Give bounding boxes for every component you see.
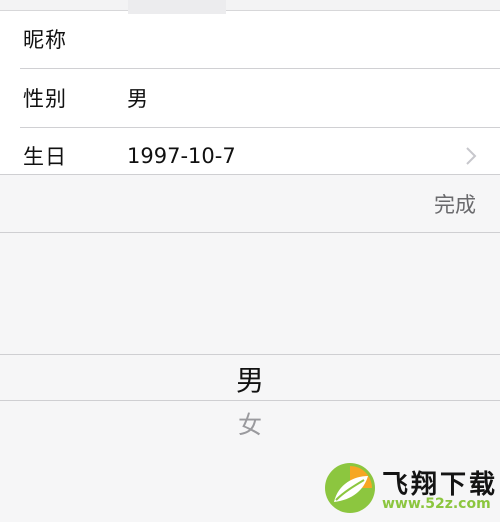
- row-nickname[interactable]: 昵称: [0, 10, 500, 68]
- gender-label: 性别: [23, 87, 67, 111]
- leaf-logo-icon: [325, 463, 375, 513]
- picker-option[interactable]: 女: [0, 405, 500, 440]
- done-button[interactable]: 完成: [434, 189, 476, 219]
- profile-form: 昵称 性别 男 生日 1997-10-7: [0, 0, 500, 174]
- row-birthday[interactable]: 生日 1997-10-7: [0, 128, 500, 174]
- watermark: 飞翔下载 www.52z.com: [324, 460, 500, 516]
- picker-toolbar: 完成: [0, 175, 500, 233]
- birthday-value: 1997-10-7: [127, 144, 236, 168]
- gender-value: 男: [127, 87, 148, 111]
- row-gender[interactable]: 性别 男: [0, 69, 500, 127]
- picker-selection-bottom-line: [0, 400, 500, 401]
- nickname-label: 昵称: [23, 28, 67, 52]
- chevron-right-icon: [466, 147, 477, 165]
- picker-selection-top-line: [0, 354, 500, 355]
- picker-option-selected[interactable]: 男: [0, 359, 500, 399]
- watermark-url: www.52z.com: [382, 496, 491, 512]
- birthday-label: 生日: [23, 145, 67, 169]
